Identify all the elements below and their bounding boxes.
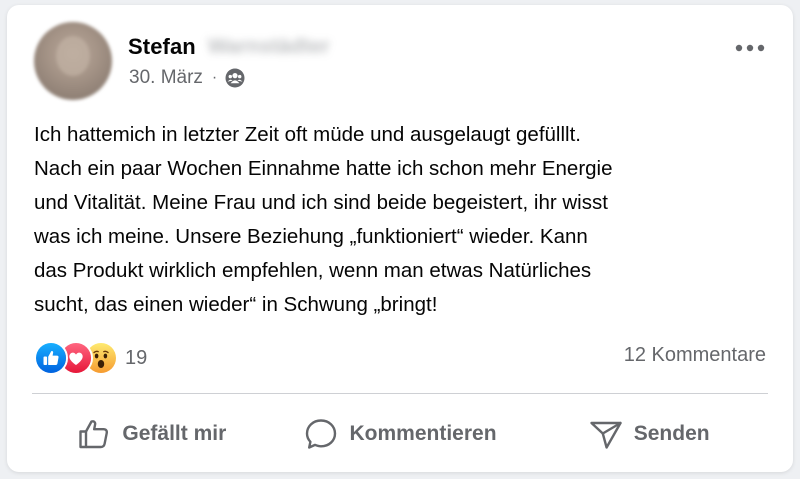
action-bar: Gefällt mir Kommentieren Senden <box>27 404 773 464</box>
post-card: Stefan Warnstädter 30. März · Ich hattem… <box>7 5 793 472</box>
post-text-line: das Produkt wirklich empfehlen, wenn man… <box>34 259 592 282</box>
comment-icon <box>306 419 337 449</box>
post-text-line: und Vitalität. Meine Frau und ich sind b… <box>34 191 608 214</box>
comment-button-label: Kommentieren <box>349 422 497 445</box>
reaction-count: 19 <box>125 346 148 369</box>
meta-separator: · <box>211 69 218 86</box>
post-text-line: was ich meine. Unsere Beziehung „funktio… <box>34 225 588 248</box>
more-options-button[interactable] <box>733 36 767 60</box>
comment-button[interactable]: Kommentieren <box>276 404 525 464</box>
like-button[interactable]: Gefällt mir <box>27 404 276 464</box>
post-text: Ich hattemich in letzter Zeit oft müde u… <box>34 118 774 322</box>
friends-icon[interactable] <box>225 68 245 88</box>
post-meta: 30. März · <box>129 65 245 91</box>
thumbs-up-icon <box>79 420 109 449</box>
author-name[interactable]: Stefan <box>128 34 196 60</box>
divider <box>32 393 768 394</box>
author-row: Stefan Warnstädter <box>128 32 330 62</box>
post-text-line: Ich hattemich in letzter Zeit oft müde u… <box>34 123 581 146</box>
like-button-label: Gefällt mir <box>122 422 227 445</box>
post-date[interactable]: 30. März <box>129 67 203 89</box>
avatar-face <box>56 36 90 76</box>
reactions-summary[interactable]: 19 <box>34 341 147 375</box>
share-button-label: Senden <box>633 422 710 445</box>
share-button[interactable]: Senden <box>524 404 773 464</box>
author-avatar[interactable] <box>34 22 112 100</box>
more-icon <box>735 44 765 52</box>
send-icon <box>590 421 622 449</box>
post-text-line: Nach ein paar Wochen Einnahme hatte ich … <box>34 157 613 180</box>
like-icon <box>34 341 68 375</box>
author-surname-blurred: Warnstädter <box>207 35 330 58</box>
post-text-line: sucht, das einen wieder“ in Schwung „bri… <box>34 293 438 316</box>
comments-count[interactable]: 12 Kommentare <box>624 344 766 367</box>
